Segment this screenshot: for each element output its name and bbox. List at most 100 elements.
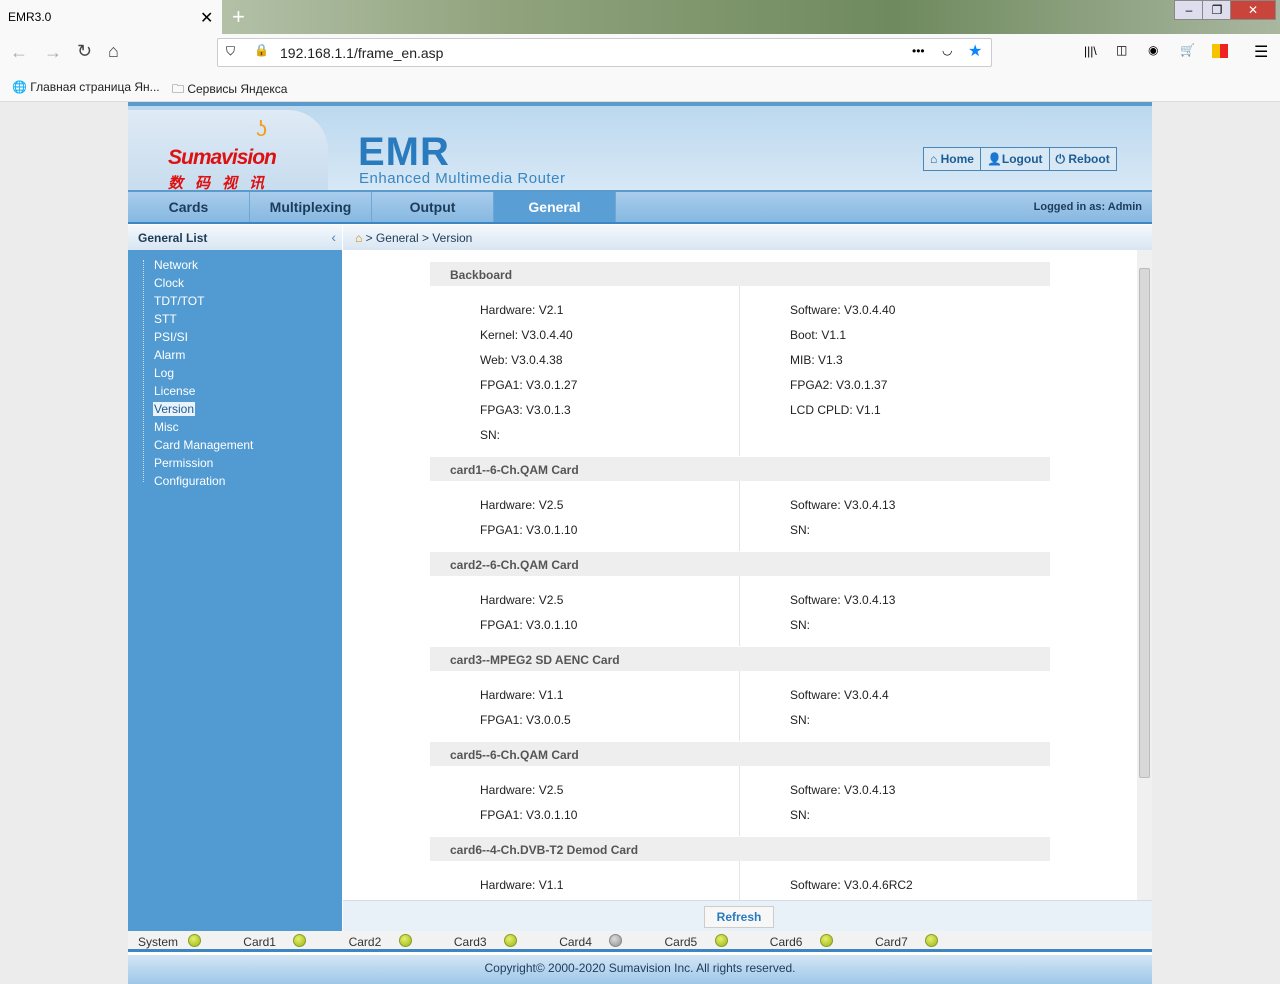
reboot-button[interactable]: ⏻ Reboot — [1050, 148, 1116, 170]
reboot-label: Reboot — [1068, 152, 1110, 166]
sidebar-item[interactable]: STT — [153, 312, 178, 326]
column-divider — [739, 286, 740, 456]
refresh-button[interactable]: Refresh — [704, 906, 774, 928]
breadcrumb: ⌂ > General > Version — [343, 225, 1152, 250]
collapse-icon[interactable]: ‹ — [331, 229, 336, 245]
version-field: FPGA3: V3.0.1.3 — [480, 403, 571, 417]
menu-general[interactable]: General — [494, 192, 616, 222]
home-icon[interactable]: ⌂ — [355, 231, 362, 245]
section-header: card5--6-Ch.QAM Card — [430, 742, 1050, 766]
extension-icon[interactable] — [1212, 44, 1228, 58]
sidebar: General List ‹ Network Clock TDT/TOT STT PSI… — [128, 225, 342, 931]
version-field: Kernel: V3.0.4.40 — [480, 328, 573, 342]
menu-icon[interactable]: ☰ — [1254, 42, 1268, 62]
version-field: FPGA1: V3.0.1.10 — [480, 523, 578, 537]
more-icon[interactable]: ••• — [912, 44, 925, 58]
pocket-icon[interactable]: ◡ — [942, 43, 952, 57]
scrollbar-thumb[interactable] — [1139, 268, 1150, 778]
minimize-icon[interactable]: – — [1174, 0, 1204, 20]
sidebar-item[interactable]: Misc — [153, 420, 180, 434]
version-field: FPGA1: V3.0.1.10 — [480, 808, 578, 822]
refresh-bar: Refresh — [343, 900, 1152, 931]
bookmark-label: Главная страница Ян... — [30, 80, 160, 94]
sidebar-title: General List — [138, 231, 208, 245]
version-field: Hardware: V1.1 — [480, 878, 564, 892]
version-field: Hardware: V2.5 — [480, 498, 564, 512]
status-led-icon — [819, 934, 833, 947]
version-field: FPGA1: V3.0.1.27 — [480, 378, 578, 392]
account-icon[interactable]: ◉ — [1148, 43, 1158, 57]
logout-button[interactable]: 👤Logout — [981, 148, 1050, 170]
product-title: EMR — [358, 130, 450, 174]
column-divider — [739, 576, 740, 646]
url-text[interactable]: 192.168.1.1/frame_en.asp — [280, 45, 443, 61]
menu-output[interactable]: Output — [372, 192, 494, 222]
cart-icon[interactable]: 🛒 — [1180, 43, 1195, 57]
scrollbar[interactable] — [1137, 250, 1152, 900]
column-divider — [739, 481, 740, 551]
version-field: SN: — [790, 523, 811, 537]
menu-multiplexing[interactable]: Multiplexing — [250, 192, 372, 222]
section-header: Backboard — [430, 262, 1050, 286]
sumavision-logo: Sumavision 数码视讯 ʖ — [128, 110, 328, 194]
sidebar-item[interactable]: TDT/TOT — [153, 294, 205, 308]
reload-icon[interactable]: ↻ — [77, 41, 92, 62]
status-label: Card7 — [875, 935, 908, 949]
column-divider — [739, 766, 740, 836]
restore-icon[interactable]: ❐ — [1202, 0, 1232, 20]
window-close-icon[interactable]: ✕ — [1230, 0, 1276, 20]
column-divider — [739, 861, 740, 900]
version-field: FPGA2: V3.0.1.37 — [790, 378, 888, 392]
version-field: Hardware: V2.1 — [480, 303, 564, 317]
sidebar-header: General List — [128, 225, 342, 250]
logged-in-text: Logged in as: Admin — [1033, 201, 1142, 213]
menu-cards[interactable]: Cards — [128, 192, 250, 222]
new-tab-icon[interactable]: + — [232, 4, 245, 30]
version-field: Hardware: V2.5 — [480, 783, 564, 797]
library-icon[interactable]: |||\ — [1084, 44, 1097, 58]
sidebar-item[interactable]: Version — [153, 402, 196, 416]
version-field: Web: V3.0.4.38 — [480, 353, 563, 367]
status-led-icon — [925, 934, 939, 947]
sidebar-item[interactable]: Card Management — [153, 438, 254, 452]
browser-tab-bar: EMR3.0 ✕ + – ❐ ✕ — [0, 0, 1280, 34]
home-icon[interactable]: ⌂ — [108, 41, 119, 62]
copyright: Copyright© 2000-2020 Sumavision Inc. All… — [128, 955, 1152, 984]
section-header: card2--6-Ch.QAM Card — [430, 552, 1050, 576]
sidebar-item[interactable]: License — [153, 384, 196, 398]
version-field: LCD CPLD: V1.1 — [790, 403, 881, 417]
bookmarks-bar: 🌐 Главная страница Ян... 🗀 Сервисы Яндек… — [0, 70, 1280, 102]
sidebar-item[interactable]: Alarm — [153, 348, 186, 362]
shield-icon: ⛉ — [226, 44, 236, 58]
close-tab-icon[interactable]: ✕ — [200, 8, 213, 28]
sidebar-item[interactable]: Log — [153, 366, 175, 380]
main-menu: Cards Multiplexing Output General Logged… — [128, 190, 1152, 224]
browser-tab[interactable]: EMR3.0 — [0, 0, 222, 34]
sidebar-item[interactable]: PSI/SI — [153, 330, 189, 344]
section-header: card3--MPEG2 SD AENC Card — [430, 647, 1050, 671]
url-bar[interactable]: ⛉ 🔒 192.168.1.1/frame_en.asp ••• ◡ ★ — [217, 38, 992, 67]
home-button[interactable]: ⌂ Home — [924, 148, 981, 170]
version-field: Software: V3.0.4.13 — [790, 498, 896, 512]
version-field: MIB: V1.3 — [790, 353, 843, 367]
forward-icon[interactable]: → — [44, 42, 62, 63]
bookmark-star-icon[interactable]: ★ — [968, 41, 982, 61]
version-field: Hardware: V2.5 — [480, 593, 564, 607]
status-led-icon — [398, 934, 412, 947]
sidebar-item[interactable]: Permission — [153, 456, 214, 470]
back-icon[interactable]: ← — [10, 42, 28, 63]
version-field: Software: V3.0.4.4 — [790, 688, 889, 702]
status-label: Card6 — [769, 935, 803, 949]
version-field: Hardware: V1.1 — [480, 688, 564, 702]
flame-icon: ʖ — [256, 116, 267, 141]
version-field: Software: V3.0.4.40 — [790, 303, 896, 317]
sidebar-item[interactable]: Configuration — [153, 474, 226, 488]
sidebar-item[interactable]: Clock — [153, 276, 185, 290]
bookmark-yandex[interactable]: 🌐 Главная страница Ян... — [12, 80, 160, 94]
sidebar-icon[interactable]: ◫ — [1116, 43, 1127, 57]
sidebar-item[interactable]: Network — [153, 258, 199, 272]
logout-label: Logout — [1001, 152, 1043, 166]
bookmark-services[interactable]: 🗀 Сервисы Яндекса — [172, 80, 287, 101]
emr-app: Sumavision 数码视讯 ʖ EMR Enhanced Multimedi… — [128, 102, 1152, 984]
status-led-icon — [609, 934, 623, 947]
